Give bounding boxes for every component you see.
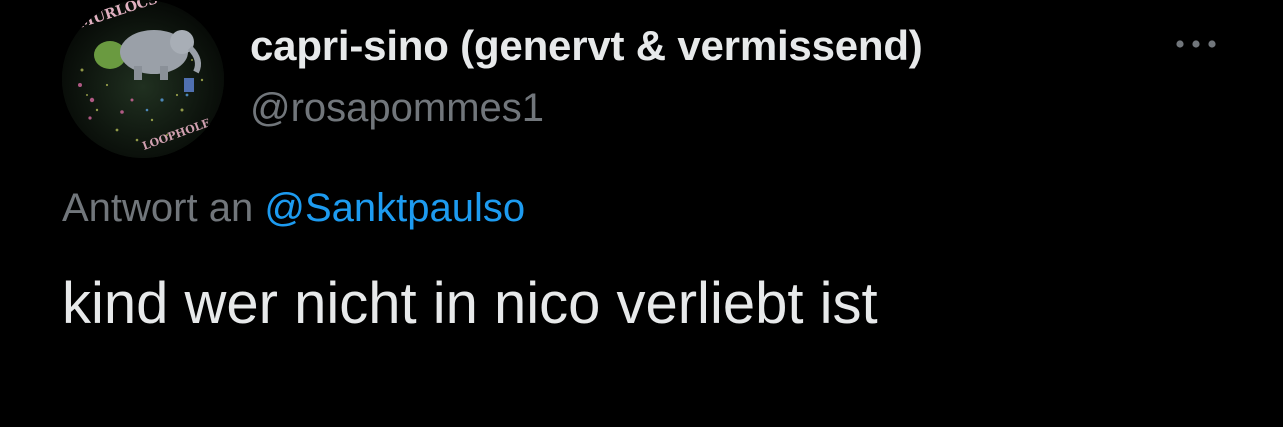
more-options-button[interactable] <box>1170 24 1222 64</box>
avatar-illustration-icon: MURLOCS LOOPHOLE <box>62 0 224 158</box>
ellipsis-icon <box>1176 40 1216 48</box>
reply-mention-link[interactable]: @Sanktpaulso <box>264 186 525 230</box>
tweet-card: MURLOCS LOOPHOLE capri-sino (genervt & v… <box>0 0 1283 427</box>
reply-context: Antwort an @Sanktpaulso <box>62 186 525 231</box>
author-handle[interactable]: @rosapommes1 <box>250 86 544 131</box>
profile-avatar[interactable]: MURLOCS LOOPHOLE <box>62 0 224 158</box>
author-display-name[interactable]: capri-sino (genervt & vermissend) <box>250 22 923 70</box>
tweet-text: kind wer nicht in nico verliebt ist <box>62 271 878 336</box>
reply-prefix: Antwort an <box>62 186 254 230</box>
